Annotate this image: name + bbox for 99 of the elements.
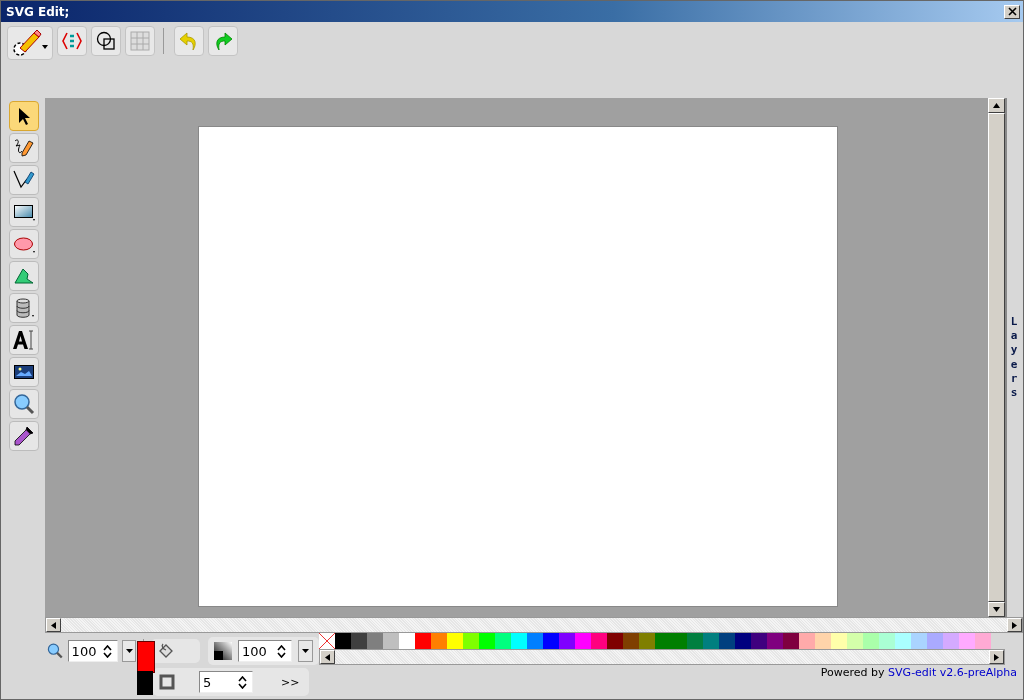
horizontal-scrollbar[interactable] bbox=[45, 617, 1023, 633]
undo-button[interactable] bbox=[174, 26, 204, 56]
color-swatch[interactable] bbox=[431, 633, 447, 649]
color-swatch[interactable] bbox=[943, 633, 959, 649]
vertical-scrollbar[interactable] bbox=[988, 98, 1005, 617]
color-swatch[interactable] bbox=[351, 633, 367, 649]
color-swatch[interactable] bbox=[703, 633, 719, 649]
zoom-input[interactable]: 100 bbox=[67, 640, 119, 662]
zoom-dropdown-button[interactable] bbox=[122, 640, 137, 662]
cross-icon bbox=[319, 633, 335, 649]
close-icon bbox=[1007, 7, 1017, 16]
stroke-color-swatch[interactable] bbox=[137, 671, 153, 695]
scroll-right-icon bbox=[1012, 621, 1017, 629]
spinner-arrows-icon bbox=[238, 675, 247, 689]
stroke-width-input[interactable]: 5 bbox=[199, 671, 253, 693]
color-swatch[interactable] bbox=[671, 633, 687, 649]
color-swatch[interactable] bbox=[479, 633, 495, 649]
color-swatch[interactable] bbox=[847, 633, 863, 649]
magnifier-icon bbox=[13, 393, 35, 415]
no-color-swatch[interactable] bbox=[319, 633, 335, 649]
fill-color-swatch[interactable] bbox=[137, 641, 155, 673]
main-menu-button[interactable] bbox=[7, 26, 53, 60]
pencil-tool-button[interactable] bbox=[9, 133, 39, 163]
opacity-input[interactable]: 100 bbox=[238, 640, 292, 662]
scroll-right-icon bbox=[994, 653, 999, 661]
color-swatch[interactable] bbox=[895, 633, 911, 649]
polygon-tool-button[interactable] bbox=[9, 261, 39, 291]
caret-icon bbox=[302, 649, 309, 653]
color-swatch[interactable] bbox=[687, 633, 703, 649]
color-swatch[interactable] bbox=[927, 633, 943, 649]
zoom-icon bbox=[47, 642, 64, 660]
color-swatch[interactable] bbox=[959, 633, 975, 649]
color-swatch[interactable] bbox=[767, 633, 783, 649]
color-swatch[interactable] bbox=[607, 633, 623, 649]
spinner-arrows-icon bbox=[103, 644, 113, 658]
color-swatch[interactable] bbox=[719, 633, 735, 649]
window-title: SVG Edit; bbox=[6, 4, 70, 19]
grid-icon bbox=[129, 30, 151, 52]
color-swatch[interactable] bbox=[575, 633, 591, 649]
image-tool-button[interactable] bbox=[9, 357, 39, 387]
color-swatch[interactable] bbox=[735, 633, 751, 649]
color-swatch[interactable] bbox=[527, 633, 543, 649]
opacity-dropdown-button[interactable] bbox=[298, 640, 313, 662]
color-swatch[interactable] bbox=[911, 633, 927, 649]
color-swatch[interactable] bbox=[815, 633, 831, 649]
color-swatch[interactable] bbox=[639, 633, 655, 649]
more-stroke-options-button[interactable]: >> bbox=[277, 675, 304, 689]
color-swatch[interactable] bbox=[415, 633, 431, 649]
color-swatch[interactable] bbox=[783, 633, 799, 649]
opacity-gradient-icon bbox=[214, 642, 232, 660]
caret-icon bbox=[125, 649, 133, 653]
svg-edit-link[interactable]: SVG-edit v2.6-preAlpha bbox=[888, 666, 1017, 679]
path-tool-button[interactable] bbox=[9, 165, 39, 195]
clone-button[interactable] bbox=[91, 26, 121, 56]
zoom-tool-button[interactable] bbox=[9, 389, 39, 419]
powered-by-text: Powered by bbox=[820, 666, 885, 679]
color-swatch[interactable] bbox=[863, 633, 879, 649]
color-swatch[interactable] bbox=[543, 633, 559, 649]
color-swatch[interactable] bbox=[335, 633, 351, 649]
color-swatch[interactable] bbox=[591, 633, 607, 649]
text-cursor-icon bbox=[12, 329, 36, 351]
close-button[interactable] bbox=[1004, 4, 1020, 19]
rect-tool-button[interactable] bbox=[9, 197, 39, 227]
color-swatch[interactable] bbox=[559, 633, 575, 649]
scroll-down-icon bbox=[993, 607, 1000, 612]
color-swatch[interactable] bbox=[367, 633, 383, 649]
spinner-arrows-icon bbox=[277, 644, 286, 658]
color-swatch[interactable] bbox=[655, 633, 671, 649]
palette-scrollbar[interactable] bbox=[319, 649, 1005, 665]
source-button[interactable] bbox=[57, 26, 87, 56]
cylinder-icon bbox=[13, 297, 35, 319]
color-swatch[interactable] bbox=[751, 633, 767, 649]
redo-button[interactable] bbox=[208, 26, 238, 56]
eyedropper-icon bbox=[13, 425, 35, 447]
color-swatch[interactable] bbox=[383, 633, 399, 649]
eyedropper-tool-button[interactable] bbox=[9, 421, 39, 451]
circle-square-icon bbox=[95, 30, 117, 52]
color-swatch[interactable] bbox=[399, 633, 415, 649]
stroke-square-icon bbox=[159, 674, 175, 690]
ellipse-tool-button[interactable] bbox=[9, 229, 39, 259]
pencil-scribble-icon bbox=[13, 137, 35, 159]
color-swatch[interactable] bbox=[511, 633, 527, 649]
color-swatch[interactable] bbox=[463, 633, 479, 649]
color-swatch[interactable] bbox=[831, 633, 847, 649]
color-swatch[interactable] bbox=[799, 633, 815, 649]
scroll-up-icon bbox=[993, 103, 1000, 108]
drawing-canvas[interactable] bbox=[199, 127, 837, 606]
color-swatch[interactable] bbox=[879, 633, 895, 649]
color-swatch[interactable] bbox=[623, 633, 639, 649]
scroll-left-icon bbox=[325, 653, 330, 661]
scroll-left-icon bbox=[51, 621, 56, 629]
text-tool-button[interactable] bbox=[9, 325, 39, 355]
shapes-tool-button[interactable] bbox=[9, 293, 39, 323]
color-swatch[interactable] bbox=[495, 633, 511, 649]
svg-code-icon bbox=[61, 30, 83, 52]
pencil-flower-icon bbox=[10, 28, 50, 58]
select-tool-button[interactable] bbox=[9, 101, 39, 131]
color-swatch[interactable] bbox=[447, 633, 463, 649]
color-swatch[interactable] bbox=[975, 633, 991, 649]
